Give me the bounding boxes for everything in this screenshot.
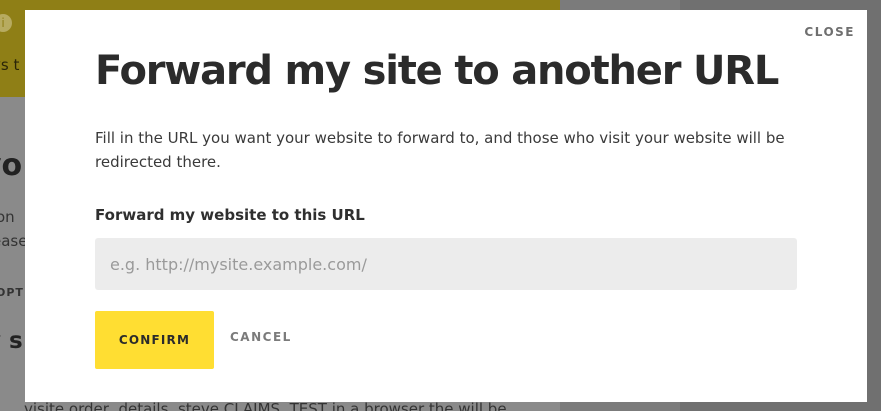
confirm-button[interactable]: CONFIRM — [95, 311, 214, 369]
background-text-line: ease — [0, 232, 28, 250]
forward-url-input[interactable] — [95, 238, 797, 290]
cancel-button[interactable]: CANCEL — [230, 330, 292, 344]
screen: i ys t yo on ease OPT y s visite order, … — [0, 0, 881, 411]
background-heading: yo — [0, 148, 23, 183]
background-section-label: OPT — [0, 286, 24, 299]
modal-title: Forward my site to another URL — [95, 48, 779, 94]
info-icon: i — [0, 14, 12, 32]
modal-description: Fill in the URL you want your website to… — [95, 129, 785, 171]
background-banner-text: ys t — [0, 56, 20, 74]
forward-url-label: Forward my website to this URL — [95, 206, 365, 224]
forward-url-modal: CLOSE Forward my site to another URL Fil… — [25, 10, 867, 402]
background-subheading: y s — [0, 328, 23, 354]
close-button[interactable]: CLOSE — [804, 25, 855, 39]
background-text-line: on — [0, 208, 15, 226]
